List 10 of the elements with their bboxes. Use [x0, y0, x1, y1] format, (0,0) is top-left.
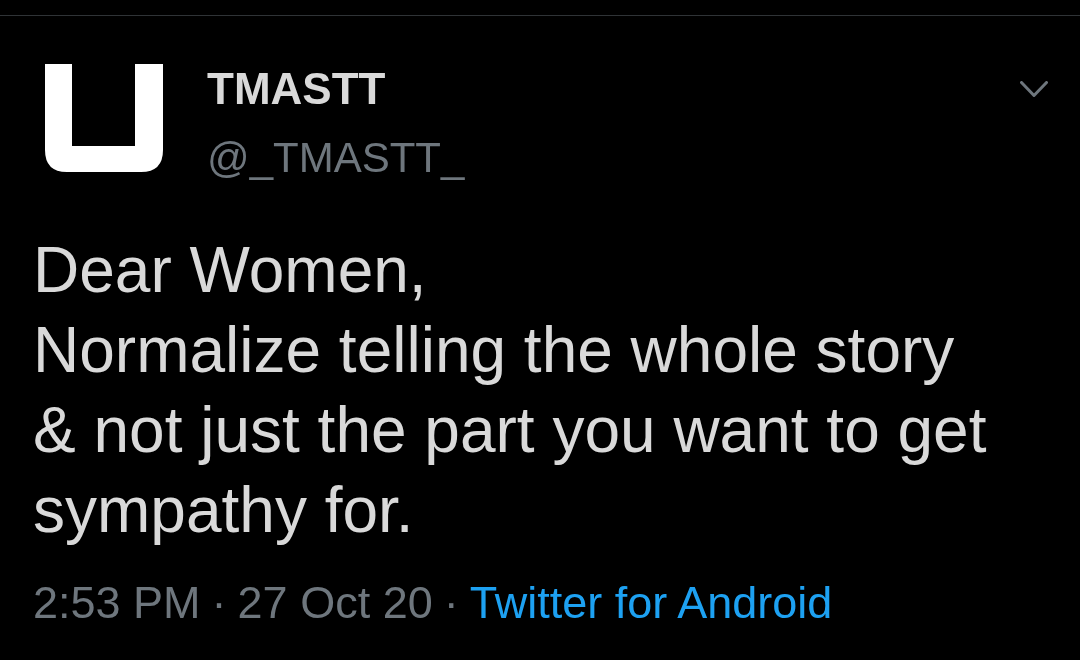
meta-separator: ·: [443, 576, 459, 630]
author-handle[interactable]: @_TMASTT_: [207, 132, 465, 184]
chevron-down-icon[interactable]: [1020, 81, 1048, 98]
tweet-timestamp: 2:53 PM: [33, 576, 201, 630]
source-link[interactable]: Twitter for Android: [469, 575, 833, 631]
avatar-icon: [45, 64, 163, 172]
tweet-text: Dear Women, Normalize telling the whole story & not just the part you want to get sympathy for.: [32, 233, 987, 548]
author-name[interactable]: TMASTT: [207, 63, 465, 115]
meta-separator: ·: [211, 576, 227, 630]
tweet-timestamp: 27 Oct 20: [237, 576, 433, 630]
